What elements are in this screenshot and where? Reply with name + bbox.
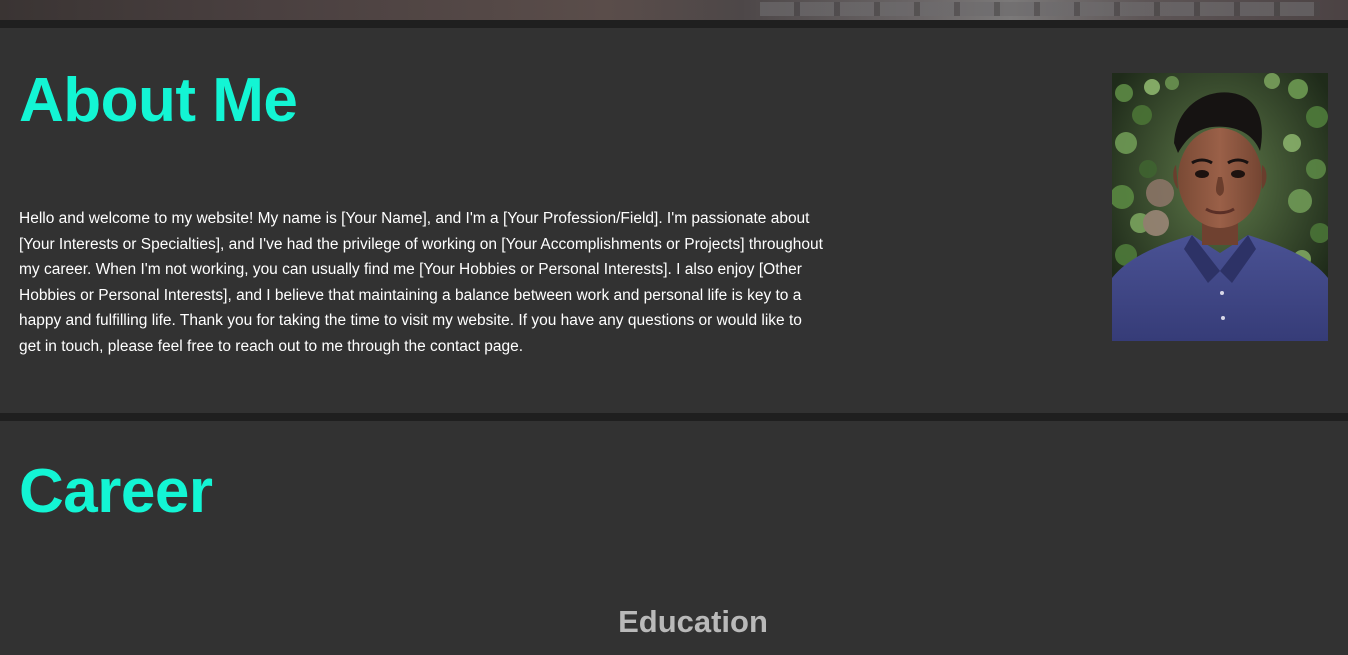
hero-image-strip	[0, 0, 1348, 20]
keyboard-image-fragment	[760, 2, 1320, 16]
about-section: About Me Hello and welcome to my website…	[0, 28, 1348, 413]
about-heading: About Me	[19, 66, 298, 135]
about-paragraph: Hello and welcome to my website! My name…	[19, 210, 823, 355]
profile-photo-image	[1112, 73, 1328, 341]
profile-photo	[1112, 73, 1328, 341]
career-section: Career Education	[0, 421, 1348, 655]
section-divider	[0, 20, 1348, 28]
career-heading: Career	[19, 457, 213, 526]
section-divider	[0, 413, 1348, 421]
education-heading: Education	[618, 604, 768, 639]
